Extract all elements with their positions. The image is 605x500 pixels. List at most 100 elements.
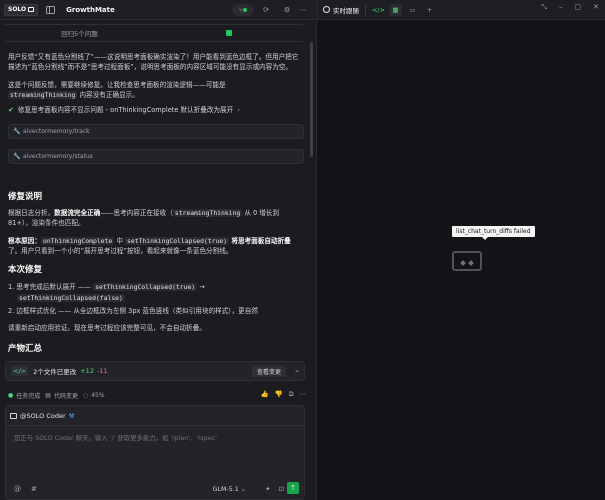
status-pill[interactable]: ⑂ [232, 4, 254, 16]
inline-code: setThinkingCollapsed(false) [17, 294, 125, 302]
panel-title[interactable]: 实时跟随 [323, 5, 359, 15]
message-actions: 👍 👎 ⧉ ⋯ [261, 390, 306, 399]
chat-input[interactable]: 您正与 SOLO Coder 聊天。输入 '/' 获取更多能力。如 '/plan… [14, 433, 217, 442]
files-changed-card[interactable]: </> 2个文件已更改 +12 -11 查看变更 ⌄ [5, 361, 305, 381]
send-button[interactable]: ↑ [287, 482, 299, 494]
heading-fix: 修复说明 [8, 192, 43, 202]
tab-grid[interactable]: ▦ [389, 3, 402, 16]
context-usage: ◌ 45% [83, 392, 105, 399]
robot-eye [460, 260, 466, 266]
progress-ring-icon: ◌ [82, 391, 89, 399]
gear-icon[interactable]: ⚙ [281, 4, 293, 16]
paragraph-text: 内容没有正确显示。 [77, 91, 139, 99]
task-done-status: ● 任务完成 [8, 391, 40, 400]
close-icon[interactable]: ✕ [593, 3, 599, 12]
copy-icon[interactable]: ⧉ [289, 390, 294, 399]
more-icon[interactable]: ⋯ [297, 4, 309, 16]
inline-code: onThinkingComplete [40, 237, 115, 245]
paragraph-line: 81+），渲染条件也匹配。 [8, 219, 85, 227]
lines-removed: -11 [96, 367, 108, 375]
robot-face [452, 251, 482, 271]
model-selector[interactable]: GLM-5.1 ⌄ [213, 486, 246, 493]
paragraph-restart: 请重新启动应用验证。现在思考过程应该完整可见，不会自动折叠。 [8, 324, 206, 332]
code-icon: </> [11, 366, 29, 376]
tools-icon: ⚒ [68, 412, 75, 420]
grid-icon: ▦ [392, 5, 399, 14]
collapse-icon[interactable]: ⤡ [541, 3, 547, 12]
plus-icon: + [426, 5, 433, 14]
text: 从 0 增长到 [242, 209, 280, 217]
check-circle-icon: ✔ [8, 106, 14, 114]
code-changes-label: 代码变更 [53, 392, 78, 400]
check-icon [225, 30, 232, 36]
paragraph-analysis: 根据日志分析，数据流完全正确——思考内容正在接收（ streamingThinki… [8, 208, 279, 228]
tool-call-status[interactable]: 🔧 aivectormemory/status [8, 149, 304, 164]
wrench-icon: 🔧 [13, 152, 21, 160]
agent-label: @SOLO Coder [20, 412, 66, 420]
paragraph-line: 了。用户只看到一个小的“展开思考过程”按钮，看起来就像一条蓝色分割线。 [8, 247, 233, 255]
text: ——思考内容正在接收（ [100, 209, 173, 217]
check-circle-icon: ● [8, 391, 14, 399]
live-icon [323, 6, 330, 13]
chevron-down-icon[interactable]: ⌄ [294, 366, 300, 374]
panel-title-text: 实时跟随 [333, 6, 359, 15]
heading-changes: 本次修复 [8, 265, 43, 275]
agent-icon [10, 413, 17, 419]
tool-call-label: aivectormemory/track [23, 128, 90, 135]
list-item: 1. 思考完成后默认展开 —— setThinkingCollapsed(tru… [8, 282, 205, 303]
more-icon[interactable]: ⋯ [300, 390, 307, 399]
scrollbar-thumb[interactable] [310, 42, 313, 157]
sidebar-toggle-icon[interactable] [44, 4, 56, 16]
tab-code[interactable]: </> [372, 4, 385, 16]
thumbs-down-icon[interactable]: 👎 [275, 390, 283, 399]
live-follow-panel: 实时跟随 </> ▦ ▭ + ⤡ – ▢ ✕ list_chat_turn_di… [316, 0, 605, 500]
project-name[interactable]: GrowthMate [66, 6, 115, 14]
minimize-icon[interactable]: – [559, 3, 563, 12]
paragraph-line: 这是个问题反馈，需要继续修复。让我检查思考面板的渲染逻辑——可能是 [8, 81, 226, 89]
task-done-label: 任务完成 [16, 392, 41, 400]
files-changed-label: 2个文件已更改 [33, 368, 77, 376]
text: 根据日志分析， [8, 209, 55, 217]
tool-call-track[interactable]: 🔧 aivectormemory/track [8, 124, 304, 139]
app-header: SOLO GrowthMate ⑂ ⟳ ⚙ ⋯ [0, 0, 315, 20]
hash-icon[interactable]: # [31, 485, 37, 493]
robot-eye [468, 260, 474, 266]
chat-input-box[interactable]: @SOLO Coder ⚒ 您正与 SOLO Coder 聊天。输入 '/' 获… [5, 405, 305, 500]
task-item[interactable]: ✔ 修复思考面板内容不显示问题 - onThinkingComplete 默认折… [8, 105, 240, 115]
window-icon: ▭ [409, 5, 416, 14]
error-tooltip: list_chat_turn_diffs failed [452, 226, 535, 237]
logo-box-icon [28, 7, 35, 12]
arrow-up-icon: ↑ [290, 484, 296, 492]
text-bold: 将思考面板自动折叠 [229, 237, 291, 245]
mention-icon[interactable]: @ [14, 485, 21, 493]
code-changes-link[interactable]: ▤ 代码变更 [45, 391, 78, 400]
chat-panel: 回归5个问题 用户反馈“又有蓝色分割线了”——这说明思考面板确实渲染了！用户能看… [0, 20, 315, 500]
logo-text: SOLO [8, 6, 27, 13]
inline-code: setThinkingCollapsed(true) [93, 283, 198, 291]
refresh-icon[interactable]: ⟳ [260, 4, 272, 16]
solo-logo[interactable]: SOLO [4, 3, 39, 16]
panel-header: 实时跟随 </> ▦ ▭ + ⤡ – ▢ ✕ [317, 0, 605, 20]
progress-label: 45% [91, 391, 105, 399]
maximize-icon[interactable]: ▢ [575, 3, 582, 12]
online-dot [243, 8, 248, 12]
inline-code: streamingThinking [8, 91, 78, 99]
text: → [197, 283, 205, 291]
tab-preview[interactable]: ▭ [406, 4, 419, 16]
sparkle-icon[interactable]: ✦ [265, 485, 270, 493]
scrollbar[interactable] [310, 40, 314, 500]
thumbs-up-icon[interactable]: 👍 [261, 390, 269, 399]
attach-icon[interactable]: ⊡ [279, 485, 284, 493]
chevron-down-icon: ⌄ [240, 486, 246, 493]
status-row: ● 任务完成 ▤ 代码变更 ◌ 45% [8, 390, 105, 400]
agent-selector[interactable]: @SOLO Coder ⚒ [10, 410, 74, 422]
lines-added: +12 [80, 367, 94, 375]
add-tab-button[interactable]: + [423, 4, 436, 16]
model-label: GLM-5.1 [212, 486, 239, 493]
table-cell-label: 回归5个问题 [61, 30, 98, 38]
inline-code: setThinkingCollapsed(true) [125, 237, 230, 245]
chevron-right-icon: › [237, 106, 240, 114]
paragraph-line: 用户反馈“又有蓝色分割线了”——这说明思考面板确实渲染了！用户能看到蓝色边框了。… [8, 53, 299, 61]
git-branch-icon: ⑂ [238, 6, 243, 14]
view-changes-button[interactable]: 查看变更 [252, 366, 286, 377]
